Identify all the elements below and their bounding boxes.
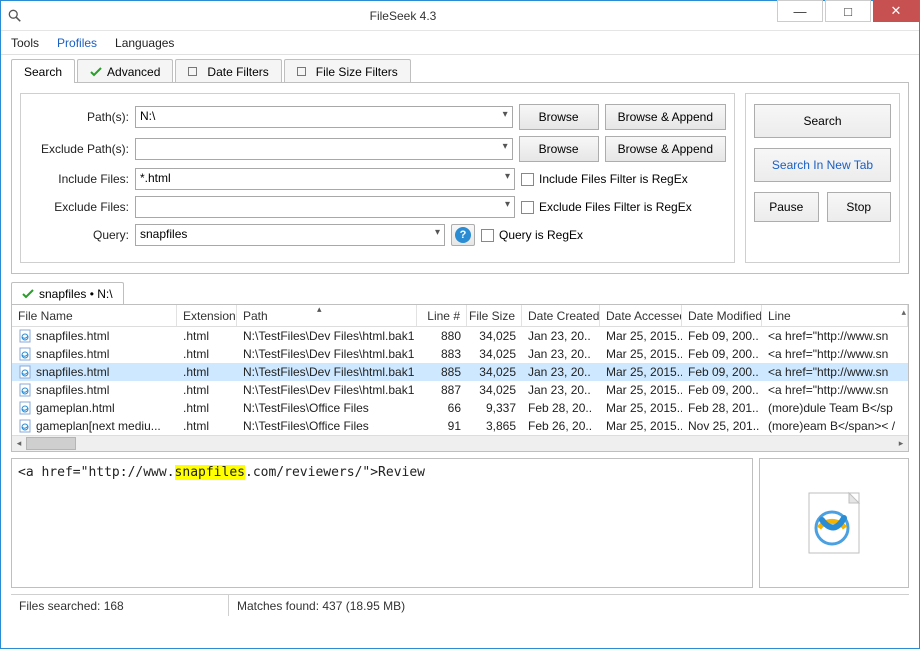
menubar: Tools Profiles Languages xyxy=(1,31,919,55)
maximize-button[interactable]: □ xyxy=(825,0,871,22)
preview-pre: <a href="http://www. xyxy=(18,465,175,480)
paths-browse-button[interactable]: Browse xyxy=(519,104,599,130)
paths-browse-append-button[interactable]: Browse & Append xyxy=(605,104,726,130)
col-date-created[interactable]: Date Created xyxy=(522,305,600,326)
preview-thumbnail xyxy=(759,458,909,588)
result-tab-label: snapfiles • N:\ xyxy=(39,287,113,301)
exclude-paths-browse-append-button[interactable]: Browse & Append xyxy=(605,136,726,162)
stop-button[interactable]: Stop xyxy=(827,192,892,222)
close-button[interactable]: ✕ xyxy=(873,0,919,22)
col-line[interactable]: Line xyxy=(762,305,908,326)
exclude-regex-label: Exclude Files Filter is RegEx xyxy=(539,200,692,214)
search-new-tab-button[interactable]: Search In New Tab xyxy=(754,148,891,182)
paths-label: Path(s): xyxy=(29,110,129,124)
include-regex-checkbox[interactable] xyxy=(521,173,534,186)
content-area: Search Advanced Date Filters File Size F… xyxy=(1,55,919,648)
file-icon xyxy=(18,329,32,343)
query-combo[interactable]: snapfiles xyxy=(135,224,445,246)
scroll-left-icon[interactable]: ◂ xyxy=(12,436,26,451)
result-tabs: snapfiles • N:\ xyxy=(11,282,909,304)
include-files-label: Include Files: xyxy=(29,172,129,186)
paths-combo[interactable]: N:\ xyxy=(135,106,513,128)
col-filesize[interactable]: File Size xyxy=(467,305,522,326)
query-regex-label: Query is RegEx xyxy=(499,228,583,242)
preview-row: <a href="http://www.snapfiles.com/review… xyxy=(11,458,909,588)
option-tabs: Search Advanced Date Filters File Size F… xyxy=(11,59,909,83)
tab-search[interactable]: Search xyxy=(11,59,75,83)
table-row[interactable]: snapfiles.html.htmlN:\TestFiles\Dev File… xyxy=(12,381,908,399)
result-tab[interactable]: snapfiles • N:\ xyxy=(11,282,124,304)
titlebar: FileSeek 4.3 — □ ✕ xyxy=(1,1,919,31)
top-panel: Path(s): N:\ Browse Browse & Append Excl… xyxy=(11,82,909,274)
statusbar: Files searched: 168 Matches found: 437 (… xyxy=(11,594,909,616)
html-file-icon xyxy=(799,488,869,558)
col-date-accessed[interactable]: Date Accessed xyxy=(600,305,682,326)
tab-advanced[interactable]: Advanced xyxy=(77,59,173,83)
exclude-regex-checkbox[interactable] xyxy=(521,201,534,214)
col-filename[interactable]: File Name xyxy=(12,305,177,326)
file-icon xyxy=(18,419,32,433)
results-table: File Name Extension Path Line # File Siz… xyxy=(11,304,909,452)
preview-match: snapfiles xyxy=(175,465,245,480)
file-icon xyxy=(18,365,32,379)
exclude-files-label: Exclude Files: xyxy=(29,200,129,214)
exclude-paths-browse-button[interactable]: Browse xyxy=(519,136,599,162)
table-row[interactable]: gameplan[next mediu....htmlN:\TestFiles\… xyxy=(12,417,908,435)
menu-profiles[interactable]: Profiles xyxy=(57,36,97,50)
file-icon xyxy=(18,347,32,361)
tab-filesize-filters-label: File Size Filters xyxy=(316,65,398,79)
col-line-number[interactable]: Line # xyxy=(417,305,467,326)
status-files-searched: Files searched: 168 xyxy=(11,595,229,616)
include-regex-label: Include Files Filter is RegEx xyxy=(539,172,688,186)
search-form: Path(s): N:\ Browse Browse & Append Excl… xyxy=(20,93,735,263)
col-extension[interactable]: Extension xyxy=(177,305,237,326)
app-icon xyxy=(7,8,23,24)
search-button[interactable]: Search xyxy=(754,104,891,138)
exclude-paths-label: Exclude Path(s): xyxy=(29,142,129,156)
scroll-right-icon[interactable]: ▸ xyxy=(894,436,908,451)
query-label: Query: xyxy=(29,228,129,242)
sort-asc-icon: ▴ xyxy=(317,304,322,315)
pause-button[interactable]: Pause xyxy=(754,192,819,222)
status-matches-found: Matches found: 437 (18.95 MB) xyxy=(229,595,413,616)
table-row[interactable]: snapfiles.html.htmlN:\TestFiles\Dev File… xyxy=(12,327,908,345)
menu-languages[interactable]: Languages xyxy=(115,36,174,50)
col-date-modified[interactable]: Date Modified xyxy=(682,305,762,326)
table-row[interactable]: gameplan.html.htmlN:\TestFiles\Office Fi… xyxy=(12,399,908,417)
query-regex-checkbox[interactable] xyxy=(481,229,494,242)
exclude-paths-combo[interactable] xyxy=(135,138,513,160)
file-icon xyxy=(18,401,32,415)
tab-date-filters-label: Date Filters xyxy=(207,65,268,79)
check-icon xyxy=(90,66,102,78)
preview-text: <a href="http://www.snapfiles.com/review… xyxy=(11,458,753,588)
square-icon xyxy=(188,67,197,76)
query-help-button[interactable]: ? xyxy=(451,224,475,246)
tab-date-filters[interactable]: Date Filters xyxy=(175,59,281,83)
table-header: File Name Extension Path Line # File Siz… xyxy=(12,305,908,327)
check-icon xyxy=(22,288,34,300)
horizontal-scrollbar[interactable]: ◂ ▸ xyxy=(12,435,908,451)
menu-tools[interactable]: Tools xyxy=(11,36,39,50)
window-title: FileSeek 4.3 xyxy=(29,9,777,23)
scrollbar-thumb[interactable] xyxy=(26,437,76,450)
table-body: snapfiles.html.htmlN:\TestFiles\Dev File… xyxy=(12,327,908,435)
help-icon: ? xyxy=(455,227,471,243)
exclude-files-combo[interactable] xyxy=(135,196,515,218)
tab-advanced-label: Advanced xyxy=(107,65,160,79)
scroll-up-icon[interactable]: ▴ xyxy=(901,307,906,318)
app-window: FileSeek 4.3 — □ ✕ Tools Profiles Langua… xyxy=(0,0,920,649)
col-path[interactable]: Path xyxy=(237,305,417,326)
file-icon xyxy=(18,383,32,397)
minimize-button[interactable]: — xyxy=(777,0,823,22)
square-icon xyxy=(297,67,306,76)
action-panel: Search Search In New Tab Pause Stop xyxy=(745,93,900,263)
table-row[interactable]: snapfiles.html.htmlN:\TestFiles\Dev File… xyxy=(12,363,908,381)
window-controls: — □ ✕ xyxy=(777,1,919,30)
tab-search-label: Search xyxy=(24,65,62,79)
table-row[interactable]: snapfiles.html.htmlN:\TestFiles\Dev File… xyxy=(12,345,908,363)
tab-filesize-filters[interactable]: File Size Filters xyxy=(284,59,411,83)
preview-post: .com/reviewers/">Review xyxy=(245,465,425,480)
include-files-combo[interactable]: *.html xyxy=(135,168,515,190)
